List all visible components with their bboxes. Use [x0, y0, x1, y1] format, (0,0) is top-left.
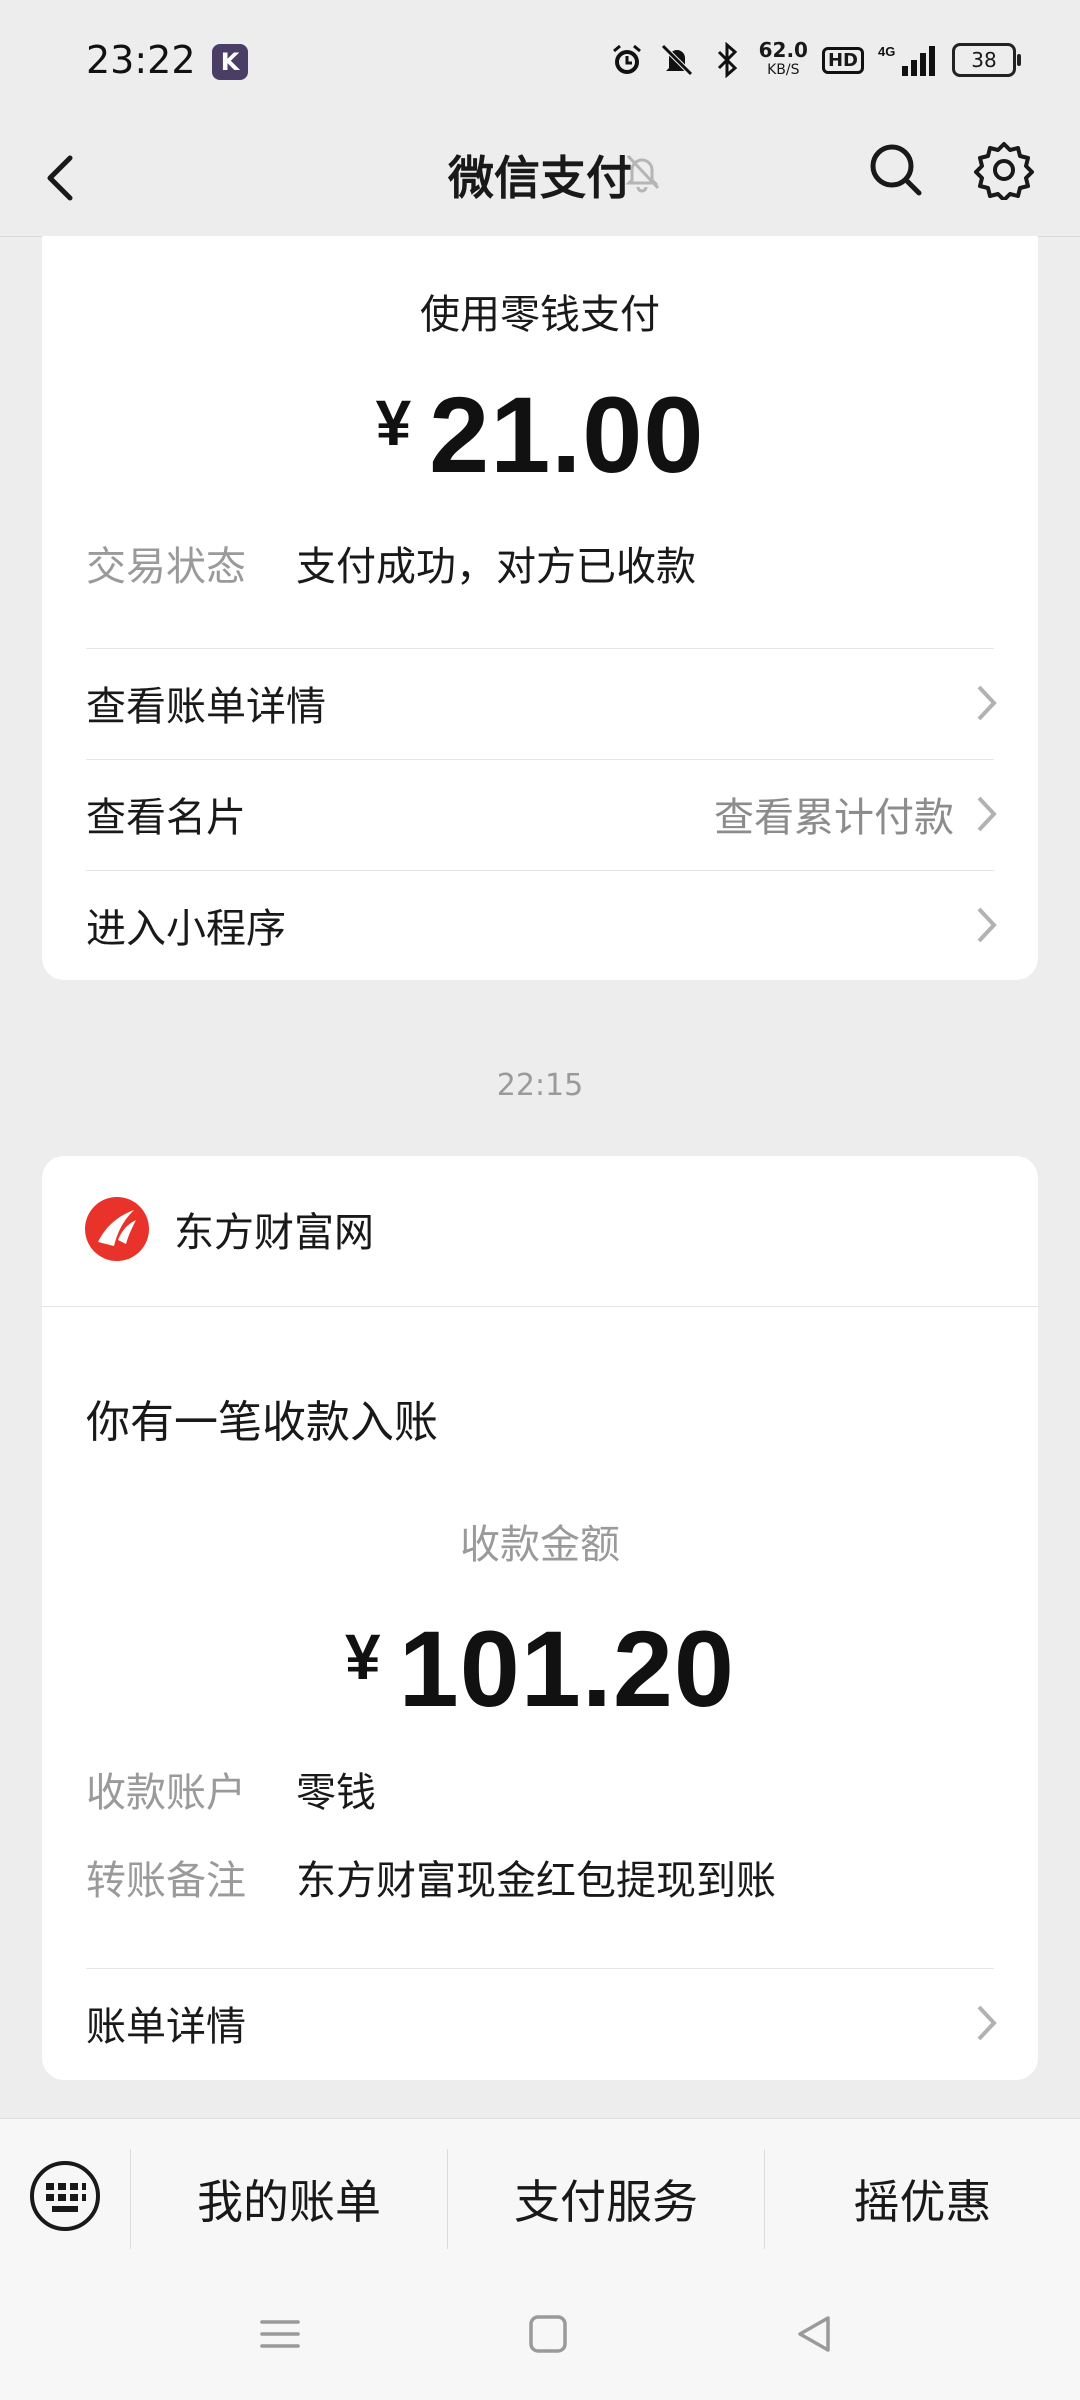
bill-detail-row[interactable]: 账单详情	[86, 1968, 998, 2078]
alarm-icon	[609, 42, 645, 78]
amount-value: 21.00	[429, 374, 705, 495]
receipt-card[interactable]: 东方财富网 你有一笔收款入账 收款金额 ¥101.20 收款账户 零钱 转账备注…	[42, 1156, 1038, 2080]
search-icon[interactable]	[868, 142, 924, 198]
hd-badge: HD	[821, 46, 864, 74]
enter-mini-program-row[interactable]: 进入小程序	[86, 870, 998, 980]
status-value: 支付成功，对方已收款	[296, 544, 696, 590]
chevron-right-icon	[977, 796, 997, 832]
note-label: 转账备注	[86, 1858, 246, 1904]
receipt-amount: ¥101.20	[42, 1606, 1038, 1731]
row-label: 账单详情	[86, 2004, 246, 2050]
merchant-name: 东方财富网	[174, 1210, 374, 1256]
network-speed: 62.0 KB/S	[758, 38, 808, 78]
view-business-card-row[interactable]: 查看名片 查看累计付款	[86, 759, 998, 869]
transfer-note: 转账备注 东方财富现金红包提现到账	[86, 1848, 776, 1906]
system-nav-bar	[0, 2278, 1080, 2400]
status-label: 交易状态	[86, 544, 246, 590]
currency-symbol: ¥	[345, 1621, 381, 1693]
chevron-right-icon	[977, 907, 997, 943]
chevron-right-icon	[977, 685, 997, 721]
bottom-menu-bar: 我的账单 支付服务 摇优惠	[0, 2118, 1080, 2279]
menu-my-bills[interactable]: 我的账单	[131, 2119, 447, 2279]
status-bar: 23:22 K 62.0 KB/S HD 4G 38	[0, 0, 1080, 120]
home-icon[interactable]	[526, 2312, 570, 2356]
amount-label: 收款金额	[460, 1522, 620, 1568]
divider	[42, 1306, 1038, 1307]
message-timestamp: 22:15	[496, 1068, 584, 1103]
menu-payment-services[interactable]: 支付服务	[448, 2119, 764, 2279]
system-back-icon[interactable]	[792, 2312, 836, 2356]
bell-muted-icon	[659, 42, 695, 78]
bluetooth-icon	[709, 42, 745, 78]
status-icons: 62.0 KB/S HD 4G 38	[609, 38, 1021, 80]
amount-value: 101.20	[398, 1608, 735, 1729]
account-label: 收款账户	[86, 1770, 246, 1816]
payment-method-title: 使用零钱支付	[420, 292, 660, 338]
row-label: 查看名片	[86, 795, 246, 841]
keyboard-icon[interactable]	[28, 2159, 102, 2233]
payment-amount: ¥21.00	[42, 372, 1038, 497]
merchant-header[interactable]: 东方财富网	[84, 1196, 374, 1262]
menu-shake-discount[interactable]: 摇优惠	[765, 2119, 1080, 2279]
signal-icon: 4G	[878, 42, 938, 78]
currency-symbol: ¥	[375, 387, 412, 459]
mute-notification-icon	[625, 154, 660, 193]
note-value: 东方财富现金红包提现到账	[296, 1858, 776, 1904]
chevron-right-icon	[977, 2005, 997, 2041]
view-bill-detail-row[interactable]: 查看账单详情	[86, 648, 998, 758]
merchant-logo-icon	[85, 1197, 149, 1261]
battery-icon: 38	[952, 43, 1021, 77]
row-extra: 查看累计付款	[714, 795, 954, 841]
row-label: 查看账单详情	[86, 684, 326, 730]
svg-text:4G: 4G	[878, 44, 895, 59]
status-time: 23:22	[86, 38, 196, 82]
account-value: 零钱	[296, 1770, 376, 1816]
recent-apps-icon[interactable]	[258, 2312, 302, 2356]
receiving-account: 收款账户 零钱	[86, 1760, 376, 1818]
app-notification-icon: K	[212, 44, 248, 80]
notice-title: 你有一笔收款入账	[86, 1397, 438, 1448]
row-label: 进入小程序	[86, 906, 286, 952]
payment-card: 使用零钱支付 ¥21.00 交易状态 支付成功，对方已收款 查看账单详情 查看名…	[42, 236, 1038, 980]
settings-gear-icon[interactable]	[974, 140, 1034, 200]
transaction-status: 交易状态 支付成功，对方已收款	[86, 534, 696, 592]
